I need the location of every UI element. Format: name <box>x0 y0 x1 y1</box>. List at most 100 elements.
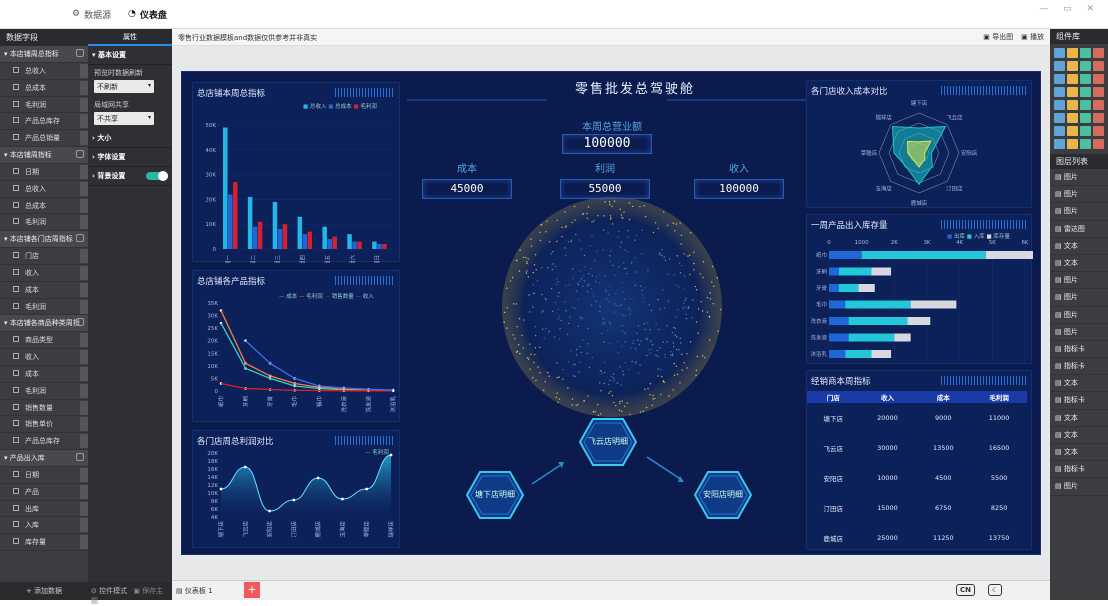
field-item[interactable]: 毛利润 <box>0 383 88 400</box>
section-background[interactable]: › 背景设置 <box>88 167 172 186</box>
component-icon[interactable] <box>1067 139 1078 149</box>
component-icon[interactable] <box>1054 139 1065 149</box>
field-checkbox[interactable] <box>13 386 19 393</box>
layer-item[interactable]: ▤ 文本 <box>1050 255 1108 273</box>
component-icon[interactable] <box>1067 126 1078 136</box>
field-item[interactable]: 商品类型 <box>0 332 88 350</box>
component-icon[interactable] <box>1093 61 1104 71</box>
component-icon[interactable] <box>1093 74 1104 84</box>
component-icon[interactable] <box>1080 48 1091 58</box>
table-row[interactable]: 汀田店 15000 6750 8250 <box>807 493 1027 523</box>
field-checkbox[interactable] <box>13 487 19 494</box>
component-icon[interactable] <box>1080 113 1091 123</box>
field-checkbox[interactable] <box>13 420 19 427</box>
field-item[interactable]: 毛利润 <box>0 214 88 232</box>
layer-item[interactable]: ▤ 图片 <box>1050 478 1108 496</box>
theme-toggle[interactable]: ☾ <box>988 584 1003 596</box>
component-icon[interactable] <box>1093 113 1104 123</box>
component-icon[interactable] <box>1054 126 1065 136</box>
layer-item[interactable]: ▤ 图片 <box>1050 324 1108 341</box>
field-checkbox[interactable] <box>13 167 19 174</box>
play-button[interactable]: ▣ 播放 <box>1021 32 1044 42</box>
component-icon[interactable] <box>1093 126 1104 136</box>
hex-tangxia-button[interactable]: 塘下店明细 <box>465 470 525 520</box>
table-row[interactable]: 飞云店 30000 13500 16500 <box>807 433 1027 463</box>
layer-item[interactable]: ▤ 雷达图 <box>1050 221 1108 238</box>
control-mode-button[interactable]: ⊙ 控件模式 <box>91 587 127 595</box>
layer-item[interactable]: ▤ 文本 <box>1050 375 1108 393</box>
collapse-icon[interactable] <box>76 318 84 327</box>
field-item[interactable]: 入库 <box>0 517 88 535</box>
hex-anyang-button[interactable]: 安阳店明细 <box>693 470 753 520</box>
component-icon[interactable] <box>1054 74 1065 84</box>
component-icon[interactable] <box>1067 48 1078 58</box>
field-checkbox[interactable] <box>13 437 19 444</box>
section-basic[interactable]: ▾ 基本设置 <box>88 46 172 65</box>
field-checkbox[interactable] <box>13 538 19 545</box>
layer-item[interactable]: ▤ 指标卡 <box>1050 358 1108 376</box>
layer-item[interactable]: ▤ 指标卡 <box>1050 461 1108 479</box>
field-checkbox[interactable] <box>13 67 19 73</box>
component-icon[interactable] <box>1067 100 1078 110</box>
field-item[interactable]: 销售数量 <box>0 400 88 417</box>
field-checkbox[interactable] <box>13 302 19 309</box>
field-checkbox[interactable] <box>13 268 19 275</box>
field-item[interactable]: 成本 <box>0 366 88 383</box>
component-icon[interactable] <box>1067 74 1078 84</box>
layer-item[interactable]: ▤ 文本 <box>1050 410 1108 427</box>
layer-item[interactable]: ▤ 文本 <box>1050 444 1108 462</box>
layer-item[interactable]: ▤ 图片 <box>1050 307 1108 324</box>
layer-item[interactable]: ▤ 图片 <box>1050 272 1108 290</box>
field-item[interactable]: 产品 <box>0 484 88 501</box>
section-size[interactable]: › 大小 <box>88 129 172 148</box>
collapse-icon[interactable] <box>76 49 84 57</box>
component-icon[interactable] <box>1093 48 1104 58</box>
field-item[interactable]: 毛利润 <box>0 97 88 114</box>
collapse-icon[interactable] <box>76 234 84 243</box>
table-row[interactable]: 安阳店 10000 4500 5500 <box>807 463 1027 493</box>
field-group[interactable]: ▾ 本店铺周总指标 <box>0 46 88 63</box>
field-checkbox[interactable] <box>13 336 19 343</box>
field-checkbox[interactable] <box>13 201 19 208</box>
field-checkbox[interactable] <box>13 504 19 511</box>
layer-item[interactable]: ▤ 图片 <box>1050 186 1108 204</box>
field-item[interactable]: 收入 <box>0 265 88 282</box>
tab-datasource[interactable]: ⚙ 数据源 <box>72 6 111 22</box>
col-cost[interactable]: 成本 <box>915 391 972 403</box>
field-checkbox[interactable] <box>13 285 19 292</box>
field-checkbox[interactable] <box>13 252 19 259</box>
field-checkbox[interactable] <box>13 184 19 191</box>
component-icon[interactable] <box>1054 100 1065 110</box>
field-checkbox[interactable] <box>13 83 19 90</box>
field-item[interactable]: 收入 <box>0 349 88 366</box>
component-icon[interactable] <box>1080 74 1091 84</box>
table-row[interactable]: 鹿城店 25000 11250 13750 <box>807 523 1027 553</box>
component-icon[interactable] <box>1054 113 1065 123</box>
component-icon[interactable] <box>1080 126 1091 136</box>
field-group[interactable]: ▾ 本店铺周指标 <box>0 146 88 164</box>
field-checkbox[interactable] <box>13 218 19 225</box>
collapse-icon[interactable] <box>76 149 84 158</box>
component-icon[interactable] <box>1080 100 1091 110</box>
field-checkbox[interactable] <box>13 117 19 124</box>
component-icon[interactable] <box>1093 87 1104 97</box>
field-group[interactable]: ▾ 产品出入库 <box>0 449 88 467</box>
field-group[interactable]: ▾ 本店铺各商品种类周指 <box>0 315 88 333</box>
field-item[interactable]: 出库 <box>0 501 88 518</box>
refresh-select[interactable]: 不刷新 <box>94 80 154 93</box>
section-font[interactable]: › 字体设置 <box>88 148 172 167</box>
component-icon[interactable] <box>1054 61 1065 71</box>
layer-item[interactable]: ▤ 图片 <box>1050 203 1108 221</box>
tab-dashboard[interactable]: ◔ 仪表盘 <box>128 6 167 22</box>
component-icon[interactable] <box>1067 113 1078 123</box>
col-income[interactable]: 收入 <box>859 391 916 403</box>
add-data-button[interactable]: + 添加数据 <box>0 582 88 600</box>
field-item[interactable]: 总收入 <box>0 181 88 198</box>
table-row[interactable]: 塘下店 20000 9000 11000 <box>807 403 1027 433</box>
component-icon[interactable] <box>1080 139 1091 149</box>
layer-item[interactable]: ▤ 指标卡 <box>1050 341 1108 359</box>
component-icon[interactable] <box>1080 61 1091 71</box>
layer-item[interactable]: ▤ 文本 <box>1050 238 1108 255</box>
col-profit[interactable]: 毛利润 <box>971 391 1027 403</box>
field-item[interactable]: 产品总库存 <box>0 113 88 131</box>
